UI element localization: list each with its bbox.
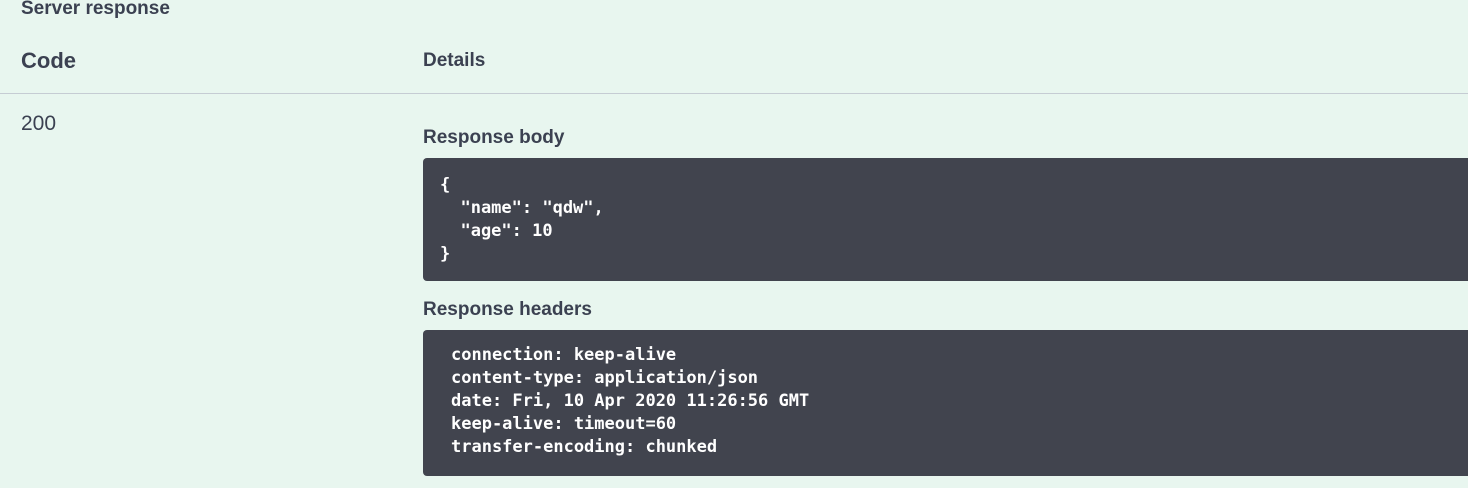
response-body-label: Response body — [423, 127, 565, 148]
response-body-block[interactable]: { "name": "qdw", "age": 10 } — [423, 158, 1468, 281]
response-headers-label: Response headers — [423, 299, 592, 320]
code-column-header: Code — [21, 48, 76, 73]
server-response-title: Server response — [21, 0, 170, 19]
details-column-header: Details — [423, 50, 486, 71]
response-status-code: 200 — [21, 112, 57, 135]
header-divider — [0, 93, 1468, 94]
response-headers-block[interactable]: connection: keep-alive content-type: app… — [423, 330, 1468, 476]
